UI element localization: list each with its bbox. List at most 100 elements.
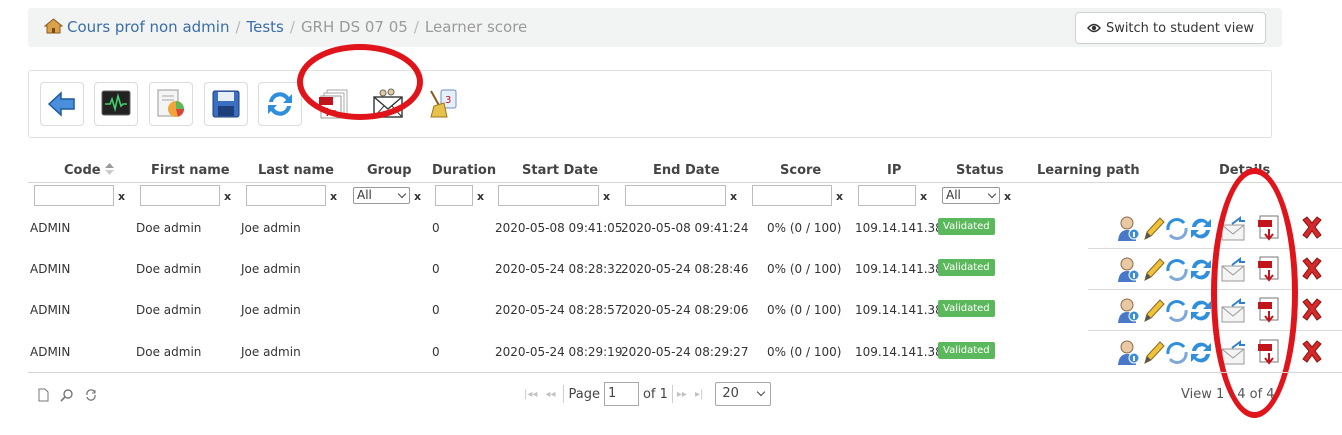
pager: |◂◂ ◂◂ Page 1 of 1 ▸▸ ▸| 20 — [524, 382, 772, 406]
edit-pencil-icon[interactable] — [1140, 255, 1166, 283]
filter-ip-clear[interactable]: x — [920, 190, 927, 203]
document-icon[interactable] — [36, 388, 50, 402]
column-header-group[interactable]: Group — [367, 163, 412, 178]
filter-group-select[interactable]: All — [353, 187, 410, 204]
view-range-info: View 1 - 4 of 4 — [1181, 387, 1275, 402]
user-info-icon[interactable] — [1115, 214, 1141, 242]
activity-monitor-button[interactable] — [94, 82, 138, 126]
cell-code: ADMIN — [30, 303, 71, 317]
filter-end-date-input[interactable] — [625, 185, 726, 206]
page-label: Page — [568, 386, 600, 402]
filter-status-clear[interactable]: x — [1004, 190, 1011, 203]
filter-score-clear[interactable]: x — [836, 190, 843, 203]
pager-separator — [563, 385, 565, 403]
user-info-icon[interactable] — [1115, 338, 1141, 366]
filter-code-input[interactable] — [34, 185, 114, 206]
filter-group-clear[interactable]: x — [414, 190, 421, 203]
reports-button[interactable] — [149, 82, 193, 126]
refresh-icon[interactable] — [1188, 255, 1214, 283]
search-icon[interactable] — [60, 388, 74, 402]
cell-last-name: Joe admin — [241, 345, 301, 359]
next-page-icon[interactable]: ▸▸ — [677, 389, 687, 400]
column-header-code[interactable]: Code — [64, 163, 115, 178]
column-header-last-name[interactable]: Last name — [258, 163, 334, 178]
table-header: Code First name Last name Group Duration… — [0, 160, 1342, 182]
filter-last-name-input[interactable] — [246, 185, 326, 206]
filter-status-select[interactable]: All — [942, 187, 1000, 204]
column-header-end-date[interactable]: End Date — [653, 163, 720, 178]
learning-path-icon[interactable] — [1164, 296, 1190, 324]
breadcrumb-course[interactable]: Cours prof non admin — [67, 18, 229, 36]
switch-to-student-view-button[interactable]: Switch to student view — [1074, 12, 1266, 44]
cell-score: 0% (0 / 100) — [767, 303, 842, 317]
cell-code: ADMIN — [30, 221, 71, 235]
learning-path-icon[interactable] — [1164, 214, 1190, 242]
column-header-duration[interactable]: Duration — [432, 163, 496, 178]
filter-score-input[interactable] — [752, 185, 832, 206]
last-page-icon[interactable]: ▸| — [695, 389, 703, 400]
breadcrumb-current: Learner score — [424, 18, 528, 36]
learning-path-icon[interactable] — [1164, 255, 1190, 283]
learning-path-icon[interactable] — [1164, 338, 1190, 366]
actions-toolbar: 3 — [28, 70, 1272, 138]
refresh-icon[interactable] — [1188, 338, 1214, 366]
page-number-input[interactable]: 1 — [603, 382, 639, 406]
refresh-icon[interactable] — [1188, 214, 1214, 242]
column-header-score[interactable]: Score — [780, 163, 821, 178]
filter-first-name-clear[interactable]: x — [224, 190, 231, 203]
refresh-icon — [268, 92, 292, 116]
refresh-button[interactable] — [258, 82, 302, 126]
save-button[interactable] — [204, 82, 248, 126]
column-header-ip[interactable]: IP — [887, 163, 901, 178]
filter-duration-clear[interactable]: x — [477, 190, 484, 203]
cell-duration: 0 — [432, 345, 440, 359]
cell-first-name: Doe admin — [136, 345, 202, 359]
breadcrumb-test-name: GRH DS 07 05 — [300, 18, 408, 36]
breadcrumb-separator: / — [289, 18, 295, 36]
status-badge: Validated — [938, 342, 995, 359]
user-info-icon[interactable] — [1115, 296, 1141, 324]
cell-duration: 0 — [432, 221, 440, 235]
filter-last-name-clear[interactable]: x — [330, 190, 337, 203]
filter-end-date-clear[interactable]: x — [730, 190, 737, 203]
eye-icon — [1087, 23, 1101, 33]
filter-code-clear[interactable]: x — [118, 190, 125, 203]
table-row: ADMIN Doe admin Joe admin 0 2020-05-24 08:28… — [0, 290, 1342, 331]
prev-page-icon[interactable]: ◂◂ — [545, 389, 555, 400]
cell-last-name: Joe admin — [241, 303, 301, 317]
first-page-icon[interactable]: |◂◂ — [524, 389, 537, 400]
filter-ip-input[interactable] — [858, 185, 916, 206]
column-header-learning-path[interactable]: Learning path — [1037, 163, 1140, 178]
cell-score: 0% (0 / 100) — [767, 345, 842, 359]
back-button[interactable] — [40, 82, 84, 126]
cell-first-name: Doe admin — [136, 221, 202, 235]
chevron-down-icon — [397, 189, 407, 199]
cell-duration: 0 — [432, 262, 440, 276]
breadcrumb-bar: Cours prof non admin / Tests / GRH DS 07 05 /… — [28, 8, 1282, 47]
sort-icon — [105, 163, 115, 175]
filter-duration-input[interactable] — [435, 185, 473, 206]
column-header-status[interactable]: Status — [956, 163, 1004, 178]
status-badge: Validated — [938, 259, 995, 276]
delete-icon[interactable] — [1299, 296, 1325, 324]
delete-icon[interactable] — [1299, 255, 1325, 283]
page-count: of 1 — [642, 386, 668, 402]
edit-pencil-icon[interactable] — [1140, 214, 1166, 242]
breadcrumb-tests[interactable]: Tests — [247, 18, 284, 36]
edit-pencil-icon[interactable] — [1140, 338, 1166, 366]
delete-icon[interactable] — [1299, 338, 1325, 366]
cell-code: ADMIN — [30, 262, 71, 276]
filter-first-name-input[interactable] — [140, 185, 220, 206]
table-row: ADMIN Doe admin Joe admin 0 2020-05-24 08:28… — [0, 249, 1342, 290]
filter-start-date-clear[interactable]: x — [603, 190, 610, 203]
filter-start-date-input[interactable] — [498, 185, 599, 206]
cell-start-date: 2020-05-24 08:28:57 — [495, 303, 623, 317]
reload-icon[interactable] — [84, 388, 98, 402]
delete-icon[interactable] — [1299, 214, 1325, 242]
column-header-start-date[interactable]: Start Date — [522, 163, 598, 178]
column-header-first-name[interactable]: First name — [151, 163, 230, 178]
edit-pencil-icon[interactable] — [1140, 296, 1166, 324]
user-info-icon[interactable] — [1115, 255, 1141, 283]
clean-results-button[interactable]: 3 — [420, 82, 464, 126]
rows-per-page-select[interactable]: 20 — [715, 382, 772, 406]
